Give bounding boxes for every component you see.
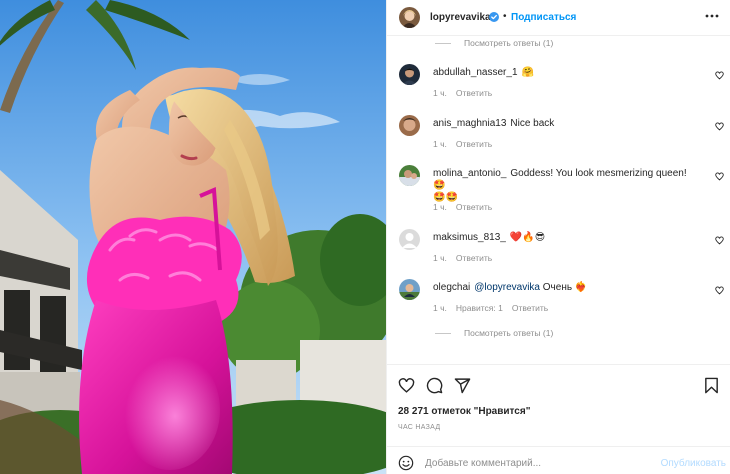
publish-button[interactable]: Опубликовать xyxy=(661,458,726,469)
comment-like-icon[interactable] xyxy=(715,172,724,181)
commenter-avatar[interactable] xyxy=(399,64,420,85)
comment-icon[interactable] xyxy=(426,377,443,394)
comment-text: molina_antonio_ Goddess! You look mesmeri… xyxy=(433,168,693,204)
post-actions-bar xyxy=(387,364,730,406)
post-side-panel: lopyrevavika • Подписаться Посмотреть от… xyxy=(386,0,730,474)
comment-meta: 1 ч. Ответить xyxy=(433,139,492,149)
reply-button[interactable]: Ответить xyxy=(512,303,548,313)
view-replies-line xyxy=(435,332,451,334)
comment-time: 1 ч. xyxy=(433,139,447,149)
comment-item: maksimus_813_ ❤️🔥😎 1 ч. Ответить xyxy=(399,229,724,269)
post-header: lopyrevavika • Подписаться xyxy=(387,0,730,36)
view-replies-button[interactable]: Посмотреть ответы (1) xyxy=(435,38,553,48)
comment-text: anis_maghnia13 Nice back xyxy=(433,118,693,130)
comment-item: anis_maghnia13 Nice back 1 ч. Ответить xyxy=(399,115,724,155)
emoji-icon[interactable] xyxy=(398,455,414,471)
reply-button[interactable]: Ответить xyxy=(456,139,492,149)
comment-item: olegchai @lopyrevavika Очень ❤️‍🔥 1 ч. Нр… xyxy=(399,279,724,319)
view-replies-button[interactable]: Посмотреть ответы (1) xyxy=(435,328,553,338)
verified-badge-icon xyxy=(489,12,499,22)
comment-username[interactable]: maksimus_813_ xyxy=(433,232,506,243)
comment-mention[interactable]: @lopyrevavika xyxy=(474,282,540,293)
comment-body: Очень ❤️‍🔥 xyxy=(542,282,588,293)
author-avatar[interactable] xyxy=(399,7,420,28)
post-time[interactable]: Час назад xyxy=(398,424,440,431)
comment-text: olegchai @lopyrevavika Очень ❤️‍🔥 xyxy=(433,282,693,294)
post-photo-illustration xyxy=(0,0,386,474)
instagram-post: lopyrevavika • Подписаться Посмотреть от… xyxy=(0,0,730,474)
comment-username[interactable]: olegchai xyxy=(433,282,470,293)
more-options-icon[interactable] xyxy=(705,11,719,21)
comment-like-icon[interactable] xyxy=(715,122,724,131)
comment-text: abdullah_nasser_1 🤗 xyxy=(433,67,693,79)
reply-button[interactable]: Ответить xyxy=(456,88,492,98)
comment-meta: 1 ч. Ответить xyxy=(433,88,492,98)
comment-meta: 1 ч. Ответить xyxy=(433,253,492,263)
reply-button[interactable]: Ответить xyxy=(456,253,492,263)
comment-username[interactable]: abdullah_nasser_1 xyxy=(433,67,518,78)
view-replies-line xyxy=(435,42,451,44)
comment-time: 1 ч. xyxy=(433,253,447,263)
post-photo[interactable] xyxy=(0,0,386,474)
comment-meta: 1 ч. Ответить xyxy=(433,202,492,212)
comment-meta: 1 ч. Нравится: 1 Ответить xyxy=(433,303,548,313)
comment-input[interactable] xyxy=(425,455,651,471)
comment-username[interactable]: anis_maghnia13 xyxy=(433,118,506,129)
header-separator: • xyxy=(503,11,507,22)
heart-icon[interactable] xyxy=(398,377,415,394)
comment-body: Nice back xyxy=(510,118,555,129)
comment-item: abdullah_nasser_1 🤗 1 ч. Ответить xyxy=(399,64,724,104)
comment-item: molina_antonio_ Goddess! You look mesmeri… xyxy=(399,165,724,217)
comment-time: 1 ч. xyxy=(433,88,447,98)
commenter-avatar[interactable] xyxy=(399,165,420,186)
commenter-avatar[interactable] xyxy=(399,279,420,300)
comment-like-icon[interactable] xyxy=(715,286,724,295)
likes-count[interactable]: 28 271 отметок "Нравится" xyxy=(398,406,530,417)
follow-button[interactable]: Подписаться xyxy=(511,12,576,23)
comment-composer: Опубликовать xyxy=(387,446,730,474)
view-replies-label: Посмотреть ответы (1) xyxy=(464,38,554,48)
comment-body: 🤗 xyxy=(521,67,534,78)
commenter-avatar[interactable] xyxy=(399,229,420,250)
comment-time: 1 ч. xyxy=(433,202,447,212)
view-replies-label: Посмотреть ответы (1) xyxy=(464,328,554,338)
comment-text: maksimus_813_ ❤️🔥😎 xyxy=(433,232,693,244)
comment-time: 1 ч. xyxy=(433,303,447,313)
commenter-avatar[interactable] xyxy=(399,115,420,136)
comment-body: ❤️🔥😎 xyxy=(509,232,546,243)
comment-username[interactable]: molina_antonio_ xyxy=(433,168,506,179)
author-username[interactable]: lopyrevavika xyxy=(430,12,491,23)
comment-likes-count[interactable]: Нравится: 1 xyxy=(456,303,503,313)
comment-like-icon[interactable] xyxy=(715,236,724,245)
bookmark-icon[interactable] xyxy=(703,377,720,394)
comment-like-icon[interactable] xyxy=(715,71,724,80)
reply-button[interactable]: Ответить xyxy=(456,202,492,212)
share-icon[interactable] xyxy=(454,377,471,394)
